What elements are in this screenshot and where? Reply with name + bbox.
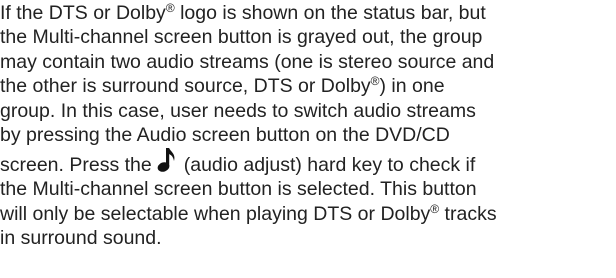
text-segment: the other is surround source, DTS or Dol… [0,75,371,98]
registered-mark: ® [430,201,440,216]
text-line-7: screen. Press the (audio adjust) hard key… [0,147,612,177]
text-line-9: will only be selectable when playing DTS… [0,202,612,226]
text-line-2: the Multi-channel screen button is graye… [0,26,483,49]
text-segment: logo is shown on the status bar, but [174,2,486,24]
music-note-icon [157,147,177,173]
registered-mark: ® [370,74,380,89]
text-line-4: the other is surround source, DTS or Dol… [0,74,612,98]
text-line-5: group. In this case, user needs to switc… [0,99,476,122]
text-segment: will only be selectable when playing DTS… [0,202,431,225]
document-paragraph: If the DTS or Dolby® logo is shown on th… [0,1,612,251]
text-line-3: may contain two audio streams (one is st… [0,50,495,73]
text-line-8: the Multi-channel screen button is selec… [0,178,477,201]
text-line-1: If the DTS or Dolby® logo is shown on th… [0,1,612,25]
text-segment: (audio adjust) hard key to check if [183,154,476,177]
text-line-6: by pressing the Audio screen button on t… [0,123,450,146]
registered-mark: ® [165,1,175,15]
text-segment: ) in one [379,75,445,98]
text-segment: If the DTS or Dolby [0,2,166,24]
text-line-10: in surround sound. [0,227,162,250]
text-segment: tracks [439,202,497,225]
text-segment: screen. Press the [0,154,152,177]
